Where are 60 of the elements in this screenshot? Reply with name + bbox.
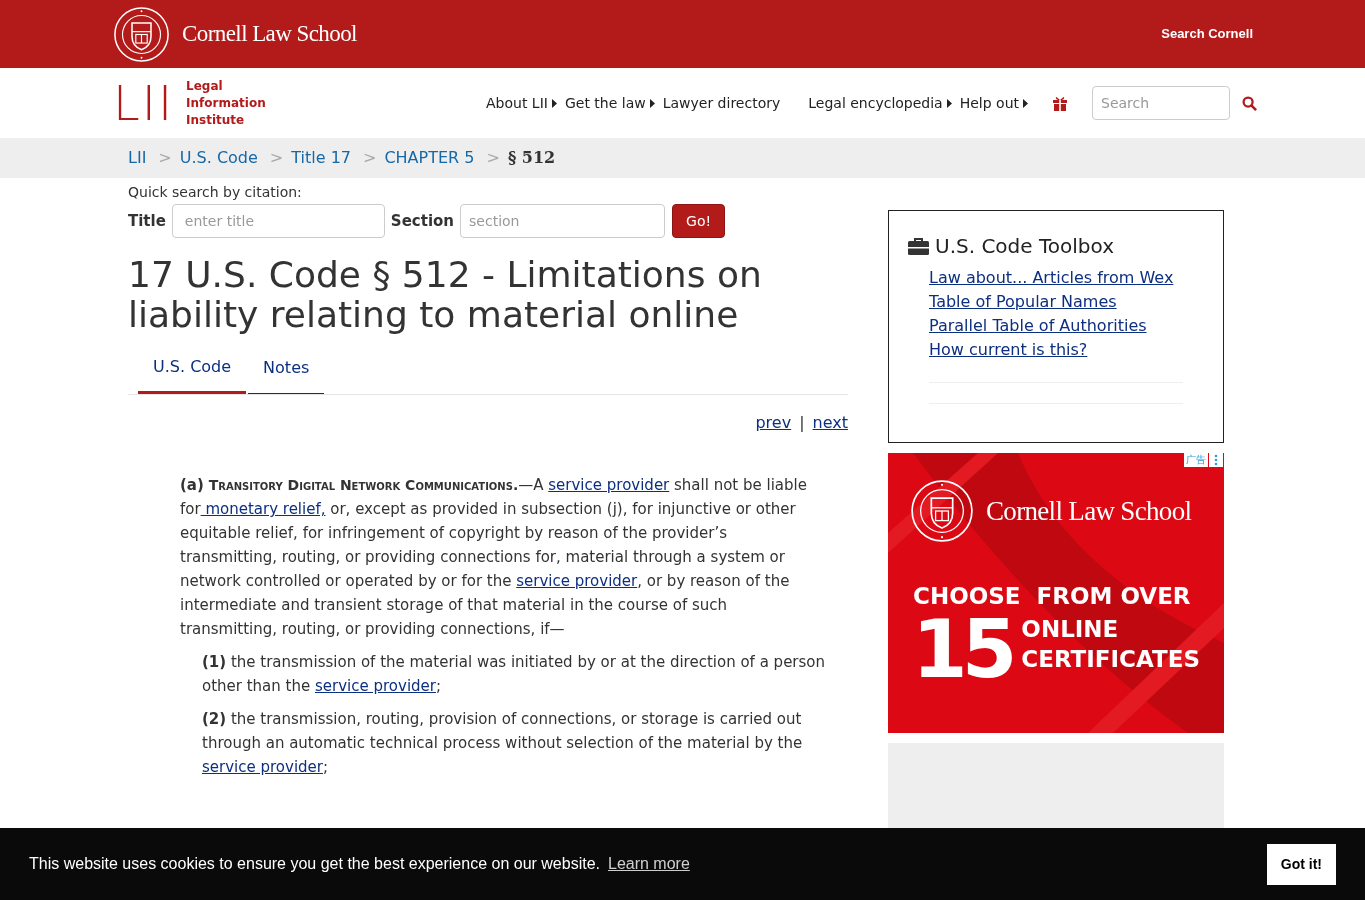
toolbox-link[interactable]: How current is this? [929,338,1088,362]
statute-paragraph: (1) the transmission of the material was initiated by or at the direction of a person other than the service provider; [201,652,827,697]
search-cornell-link[interactable]: Search Cornell [1161,24,1253,44]
toolbox-link[interactable]: Table of Popular Names [929,290,1117,314]
institute-name: Institute [186,111,246,129]
title-label: Title [128,210,166,232]
brand-name[interactable]: Cornell Law School [182,16,357,52]
breadcrumb-link[interactable]: U.S. Code [179,146,258,170]
ad-number: 15 [912,612,1012,688]
nav-link[interactable]: Legal encyclopedia [808,92,952,114]
nav-link[interactable]: About LII [486,92,557,114]
breadcrumb-separator: > [363,147,377,169]
breadcrumb-separator: > [158,147,172,169]
term-link[interactable]: monetary relief, [200,500,326,518]
got-it-button[interactable]: Got it! [1266,843,1336,885]
term-link[interactable]: service provider [202,758,323,776]
term-link[interactable]: service provider [548,476,670,494]
statute-paragraph: (a) Transitory Digital Network Communications.—A service provider shall not be liable for monetary relief, or, except as provided in subsection (j), for injunctive or other equitable relief, for infringement of copyright by reason of the provider’s transmitting, routing, or providing connections for, material through a system or network controlled or operated by or for the service provider, or by reason of the intermediate and transient storage of that material in the course of such transmitting, routing, or providing connections, if— [180,475,808,640]
title-field[interactable]: enter title [171,204,385,238]
prev-link[interactable]: prev [755,411,792,435]
nav-link[interactable]: Help out [959,92,1028,114]
statute-paragraph: (2) the transmission, routing, provision of connections, or storage is carried out through an automatic technical process without selection of the material by the service provider; [201,709,804,778]
go-button[interactable]: Go! [672,204,726,238]
term-link[interactable]: service provider [516,572,638,590]
nav-link[interactable]: Lawyer directory [662,92,781,114]
toolbox-link[interactable]: Parallel Table of Authorities [929,314,1147,338]
nav-link[interactable]: Get the law [564,92,655,114]
search-field[interactable]: Search [1092,86,1230,120]
cookie-message: This website uses cookies to ensure you get the best experience on our website. [29,854,600,874]
breadcrumb-link[interactable]: CHAPTER 5 [384,146,475,170]
section-field[interactable]: section [460,204,666,238]
breadcrumb-separator: > [486,147,500,169]
lii-logo[interactable]: LII [113,79,175,127]
page-title: 17 U.S. Code § 512 - Limitations on liability relating to material online [128,255,763,335]
toolbox-title: U.S. Code Toolbox [935,233,1114,260]
ad-text: CERTIFICATES [1021,645,1200,674]
institute-name: Information [186,94,266,112]
next-link[interactable]: next [812,411,848,435]
breadcrumb-link[interactable]: LII [128,146,147,170]
term-link[interactable]: service provider [314,677,436,695]
toolbox-link[interactable]: Law about... Articles from Wex [929,266,1174,290]
more-options-icon[interactable] [1209,453,1223,467]
quick-search-heading: Quick search by citation: [128,183,303,202]
gift-icon[interactable] [1052,95,1068,111]
ad-text: ONLINE [1021,615,1120,644]
breadcrumb-separator: > [269,147,284,169]
seal-logo [113,5,170,63]
ad-brand: Cornell Law School [986,494,1192,528]
briefcase-icon [908,237,929,255]
seal-logo [910,479,974,543]
section-label: Section [390,210,455,232]
learn-more-link[interactable]: Learn more [608,852,690,876]
institute-name: Legal [186,77,224,95]
tab[interactable]: U.S. Code [138,355,247,394]
ad-headline: CHOOSE FROM OVER [912,585,1192,608]
breadcrumb-link[interactable]: Title 17 [291,146,351,170]
tab[interactable]: Notes [248,355,325,394]
breadcrumb-link[interactable]: § 512 [507,146,556,170]
search-icon[interactable] [1242,95,1257,111]
pager-separator: | [799,412,805,434]
